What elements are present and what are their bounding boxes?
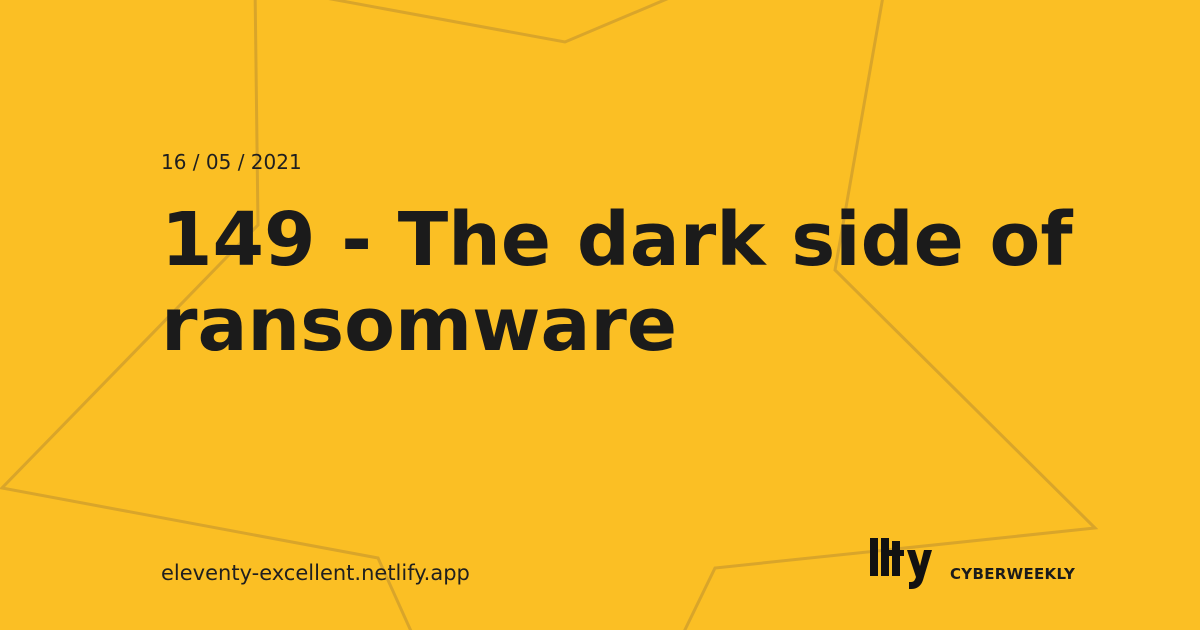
site-url: eleventy-excellent.netlify.app xyxy=(161,561,470,585)
11ty-logo-icon xyxy=(868,536,932,590)
post-date: 16 / 05 / 2021 xyxy=(161,150,302,174)
social-card: 16 / 05 / 2021 149 - The dark side of ra… xyxy=(0,0,1200,630)
brand-name: CYBERWEEKLY xyxy=(950,565,1076,583)
brand-block: CYBERWEEKLY xyxy=(868,536,1098,592)
post-title: 149 - The dark side of ransomware xyxy=(161,197,1073,368)
